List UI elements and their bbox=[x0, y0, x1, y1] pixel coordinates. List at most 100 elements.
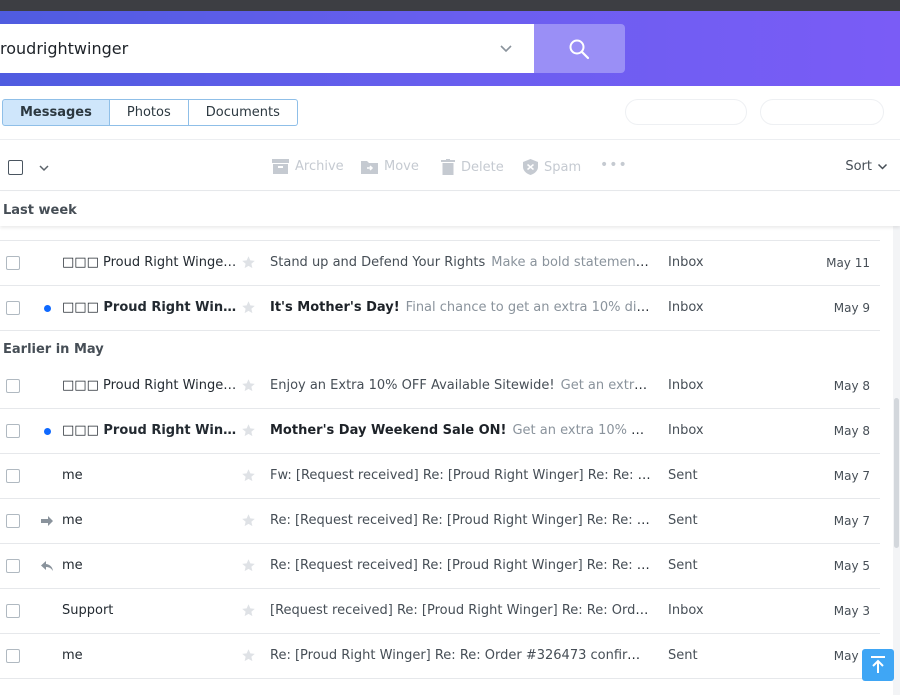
row-checkbox[interactable] bbox=[6, 469, 20, 483]
row-snippet: Get an extra 10% ... bbox=[560, 378, 652, 393]
forward-arrow-icon bbox=[41, 516, 53, 526]
message-row[interactable]: me Fw: [Request received] Re: [Proud Rig… bbox=[0, 454, 880, 499]
scroll-to-top-button[interactable] bbox=[862, 649, 894, 681]
window-top-strip bbox=[0, 0, 900, 11]
row-subject: Re: [Proud Right Winger] Re: Re: Order #… bbox=[270, 648, 652, 663]
sort-button[interactable]: Sort bbox=[845, 159, 888, 174]
star-icon[interactable] bbox=[241, 423, 256, 438]
search-icon bbox=[569, 39, 590, 60]
archive-icon bbox=[272, 159, 289, 174]
tab-photos[interactable]: Photos bbox=[109, 99, 189, 126]
message-row[interactable]: me Re: [Request received] Re: [Proud Rig… bbox=[0, 499, 880, 544]
message-row[interactable]: □□□ Proud Right Winger ... Mother's Day … bbox=[0, 409, 880, 454]
filter-pill-placeholder[interactable] bbox=[760, 99, 884, 125]
message-row[interactable]: me Re: [Request received] Re: [Proud Rig… bbox=[0, 544, 880, 589]
message-toolbar: Archive Move Delete Spam ••• Sort bbox=[0, 139, 900, 191]
row-checkbox[interactable] bbox=[6, 604, 20, 618]
delete-button[interactable]: Delete bbox=[441, 159, 504, 175]
row-sender: □□□ Proud Right Winger us□ bbox=[62, 378, 238, 393]
row-snippet: Make a bold statement with... bbox=[491, 255, 652, 270]
row-subject-line: It's Mother's Day! Final chance to get an… bbox=[270, 300, 652, 315]
archive-button[interactable]: Archive bbox=[272, 159, 344, 174]
row-sender: □□□ Proud Right Winger ... bbox=[62, 423, 238, 438]
row-sender: □□□ Proud Right Winger ... bbox=[62, 300, 238, 315]
star-icon[interactable] bbox=[241, 300, 256, 315]
row-checkbox[interactable] bbox=[6, 301, 20, 315]
row-subject-line: Enjoy an Extra 10% OFF Available Sitewid… bbox=[270, 378, 652, 393]
row-subject: Re: [Request received] Re: [Proud Right … bbox=[270, 513, 652, 528]
row-date: May 11 bbox=[826, 256, 870, 270]
search-input[interactable]: roudrightwinger bbox=[0, 24, 534, 73]
move-button[interactable]: Move bbox=[361, 159, 419, 174]
star-icon[interactable] bbox=[241, 513, 256, 528]
row-sender: Support bbox=[62, 603, 114, 618]
row-checkbox[interactable] bbox=[6, 559, 20, 573]
row-folder: Sent bbox=[668, 513, 698, 528]
star-icon[interactable] bbox=[241, 255, 256, 270]
message-row[interactable]: □□□ Proud Right Winger ... It's Mother's… bbox=[0, 286, 880, 331]
row-date: May 8 bbox=[833, 424, 870, 438]
row-date: May 5 bbox=[833, 559, 870, 573]
star-icon[interactable] bbox=[241, 558, 256, 573]
message-row[interactable]: Support [Request received] Re: [Proud Ri… bbox=[0, 589, 880, 634]
star-icon[interactable] bbox=[241, 603, 256, 618]
chevron-down-icon[interactable] bbox=[38, 162, 50, 174]
select-all-checkbox[interactable] bbox=[8, 160, 23, 175]
row-snippet: Final chance to get an extra 10% discoun… bbox=[405, 300, 652, 315]
row-folder: Inbox bbox=[668, 300, 704, 315]
section-title-earlier-in-may: Earlier in May bbox=[3, 342, 104, 357]
reply-arrow-icon bbox=[41, 561, 53, 571]
section-title: Last week bbox=[3, 203, 77, 218]
chevron-down-icon[interactable] bbox=[498, 40, 514, 56]
delete-label: Delete bbox=[461, 159, 504, 175]
row-folder: Inbox bbox=[668, 255, 704, 270]
row-date: May 3 bbox=[833, 604, 870, 618]
row-checkbox[interactable] bbox=[6, 514, 20, 528]
result-type-tabs: Messages Photos Documents bbox=[2, 99, 298, 126]
row-subject: Fw: [Request received] Re: [Proud Right … bbox=[270, 468, 652, 483]
folder-move-icon bbox=[361, 161, 378, 174]
row-subject: Enjoy an Extra 10% OFF Available Sitewid… bbox=[270, 378, 555, 393]
message-row[interactable]: □□□ Proud Right Winger us□ Stand up and … bbox=[0, 241, 880, 286]
filter-pill-placeholder[interactable] bbox=[625, 99, 747, 125]
message-row[interactable]: me Re: [Proud Right Winger] Re: Re: Orde… bbox=[0, 634, 880, 679]
row-checkbox[interactable] bbox=[6, 256, 20, 270]
spam-button[interactable]: Spam bbox=[523, 159, 581, 175]
tab-documents[interactable]: Documents bbox=[188, 99, 298, 126]
search-query-text: roudrightwinger bbox=[0, 39, 129, 58]
row-folder: Inbox bbox=[668, 603, 704, 618]
row-folder: Inbox bbox=[668, 423, 704, 438]
tab-messages[interactable]: Messages bbox=[2, 99, 110, 126]
row-subject: Mother's Day Weekend Sale ON! bbox=[270, 423, 507, 438]
row-subject: [Request received] Re: [Proud Right Wing… bbox=[270, 603, 652, 618]
row-snippet: Get an extra 10% OFF your... bbox=[512, 423, 652, 438]
move-label: Move bbox=[384, 159, 419, 174]
row-subject: It's Mother's Day! bbox=[270, 300, 400, 315]
row-sender: □□□ Proud Right Winger us□ bbox=[62, 255, 238, 270]
message-row[interactable]: □□□ Proud Right Winger us□ Enjoy an Extr… bbox=[0, 364, 880, 409]
scrollbar-thumb[interactable] bbox=[894, 398, 899, 548]
row-checkbox[interactable] bbox=[6, 424, 20, 438]
row-folder: Sent bbox=[668, 648, 698, 663]
shield-icon bbox=[523, 159, 538, 175]
row-folder: Inbox bbox=[668, 378, 704, 393]
spam-label: Spam bbox=[544, 159, 582, 175]
arrow-up-to-top-icon bbox=[871, 656, 885, 673]
star-icon[interactable] bbox=[241, 648, 256, 663]
row-date: May 7 bbox=[833, 469, 870, 483]
row-folder: Sent bbox=[668, 558, 698, 573]
star-icon[interactable] bbox=[241, 468, 256, 483]
row-checkbox[interactable] bbox=[6, 649, 20, 663]
row-subject: Stand up and Defend Your Rights bbox=[270, 255, 486, 270]
search-button[interactable] bbox=[534, 24, 625, 73]
row-sender: me bbox=[62, 513, 83, 528]
star-icon[interactable] bbox=[241, 378, 256, 393]
row-date: May 9 bbox=[833, 301, 870, 315]
row-subject-line: Re: [Request received] Re: [Proud Right … bbox=[270, 513, 652, 528]
more-actions-button[interactable]: ••• bbox=[600, 157, 628, 173]
row-sender: me bbox=[62, 468, 83, 483]
row-subject-line: Stand up and Defend Your Rights Make a bo… bbox=[270, 255, 652, 270]
row-checkbox[interactable] bbox=[6, 379, 20, 393]
partially-hidden-row[interactable] bbox=[0, 226, 880, 241]
row-subject-line: Mother's Day Weekend Sale ON! Get an extr… bbox=[270, 423, 652, 438]
